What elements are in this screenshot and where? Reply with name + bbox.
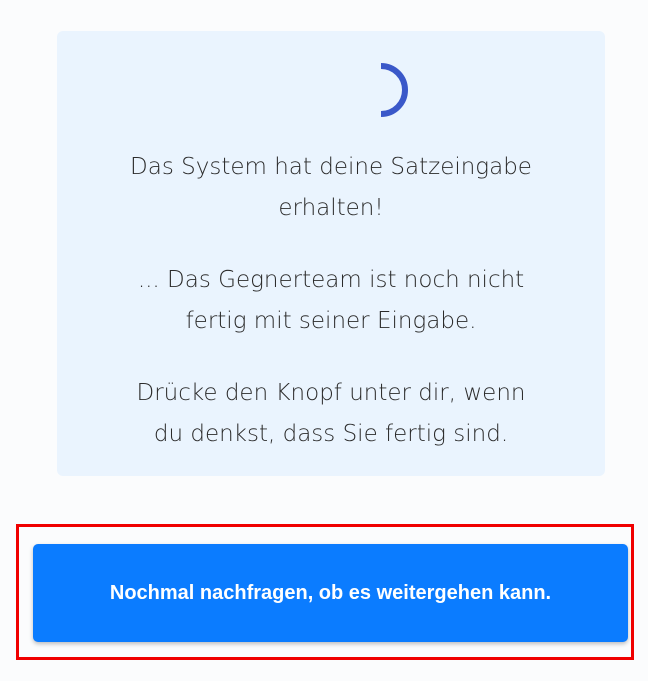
opponent-pending-message: ... Das Gegnerteam ist noch nicht fertig… [137, 267, 525, 334]
waiting-status-card: Das System hat deine Satzeingabe erhalte… [57, 31, 605, 476]
loading-spinner-icon [351, 60, 411, 120]
input-received-message: Das System hat deine Satzeingabe erhalte… [130, 154, 532, 221]
instruction-message: Drücke den Knopf unter dir, wenn du denk… [136, 380, 526, 447]
ask-again-button[interactable]: Nochmal nachfragen, ob es weitergehen ka… [33, 544, 628, 642]
